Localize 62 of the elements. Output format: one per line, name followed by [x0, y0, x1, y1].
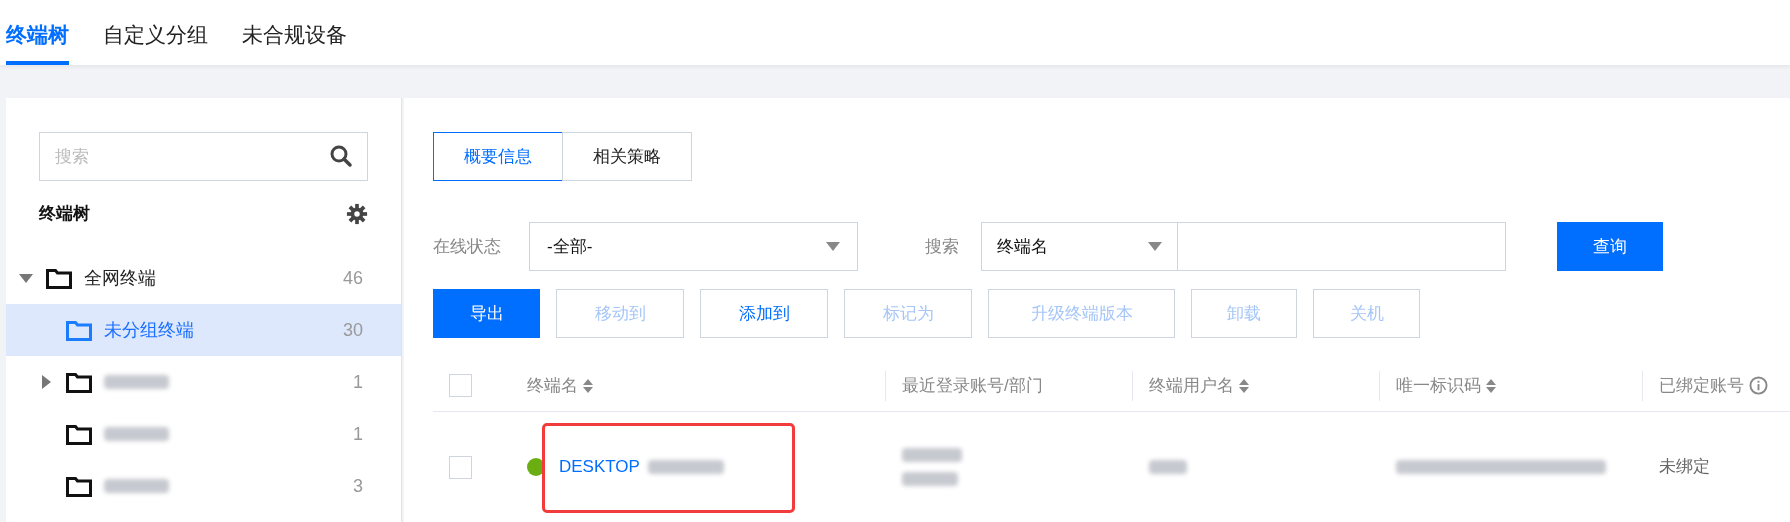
column-header: 唯一标识码: [1396, 374, 1481, 397]
checkbox[interactable]: [449, 455, 472, 479]
tree-item[interactable]: 全网终端 46: [6, 252, 401, 304]
tree-item[interactable]: 未分组终端 30: [6, 304, 401, 356]
item-count: 46: [342, 266, 363, 290]
tree-title: 终端树: [39, 203, 90, 226]
view-tab[interactable]: 相关策略: [562, 132, 692, 181]
column-header: 终端用户名: [1149, 374, 1234, 397]
column-header-cell[interactable]: 终端用户名: [1132, 370, 1379, 401]
search-icon: [329, 144, 353, 168]
item-count: 1: [353, 370, 363, 394]
folder-icon: [66, 371, 92, 393]
folder-icon: [66, 319, 92, 341]
redacted-text: [902, 472, 958, 486]
field-dropdown[interactable]: 终端名: [981, 222, 1178, 271]
view-tab[interactable]: 概要信息: [433, 132, 563, 181]
redacted-text: [902, 448, 962, 462]
device-link[interactable]: DESKTOP: [559, 454, 640, 480]
status-dropdown[interactable]: -全部-: [529, 222, 858, 271]
item-count: 30: [342, 318, 363, 342]
search-input[interactable]: [1178, 222, 1506, 271]
top-tab[interactable]: 未合规设备: [242, 8, 347, 65]
redacted-text: [104, 479, 169, 493]
settings-icon[interactable]: [346, 203, 368, 225]
tree-item[interactable]: 1: [6, 356, 401, 408]
query-button[interactable]: 查询: [1557, 222, 1663, 271]
info-icon: [1749, 376, 1768, 395]
tree-item-label: 全网终端: [84, 266, 156, 290]
tree-item[interactable]: 1: [6, 408, 401, 460]
column-header-cell[interactable]: 终端名: [488, 370, 885, 401]
column-header: 终端名: [527, 374, 578, 397]
column-header-cell[interactable]: 唯一标识码: [1379, 370, 1642, 401]
column-header-cell[interactable]: 已绑定账号: [1642, 370, 1790, 401]
item-count: 1: [353, 422, 363, 446]
top-tab[interactable]: 终端树: [6, 8, 69, 65]
checkbox[interactable]: [449, 374, 472, 397]
table-cell: 未绑定: [1659, 457, 1710, 477]
redacted-text: [104, 427, 169, 441]
search-field[interactable]: 搜索: [39, 132, 368, 181]
folder-icon: [66, 475, 92, 497]
tree-item[interactable]: 3: [6, 460, 401, 512]
column-header: 最近登录账号/部门: [902, 374, 1043, 397]
action-button[interactable]: 添加到: [700, 289, 828, 338]
sort-icon: [583, 378, 593, 393]
collapse-caret-icon[interactable]: [19, 271, 33, 285]
redacted-text: [1149, 460, 1187, 474]
folder-icon: [66, 423, 92, 445]
redacted-text: [104, 375, 169, 389]
action-button[interactable]: 导出: [433, 289, 540, 338]
column-header: 已绑定账号: [1659, 374, 1744, 397]
filter-label: 搜索: [925, 235, 960, 258]
dropdown-caret-icon: [1148, 242, 1162, 251]
sort-icon: [1486, 378, 1496, 393]
dropdown-caret-icon: [826, 242, 840, 251]
column-header-cell[interactable]: 最近登录账号/部门: [885, 370, 1132, 401]
item-count: 3: [353, 474, 363, 498]
top-tab[interactable]: 自定义分组: [103, 8, 208, 65]
folder-icon: [46, 267, 72, 289]
filter-label: 在线状态: [433, 235, 502, 258]
tree-item-label: 未分组终端: [104, 318, 194, 342]
sort-icon: [1239, 378, 1249, 393]
expand-caret-icon[interactable]: [39, 375, 53, 389]
